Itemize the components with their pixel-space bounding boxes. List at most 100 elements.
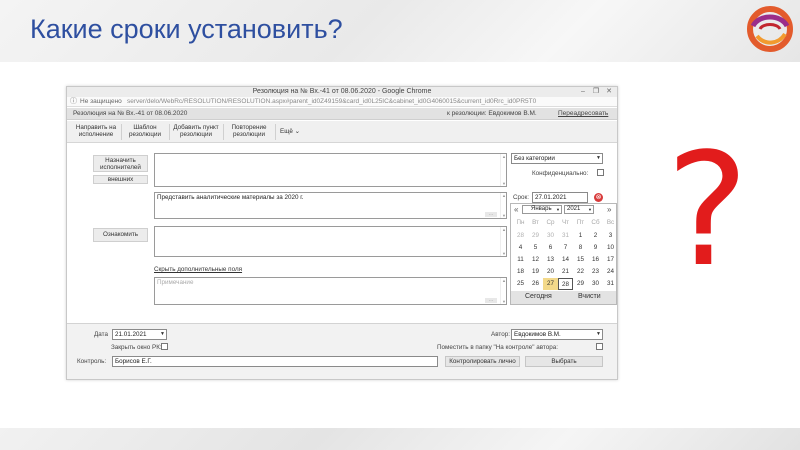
calendar-day[interactable]: 11: [513, 254, 528, 266]
calendar-day[interactable]: 22: [573, 266, 588, 278]
resolution-text: Представить аналитические материалы за 2…: [157, 194, 304, 201]
acquaint-field[interactable]: [154, 226, 507, 257]
calendar-day[interactable]: 29: [573, 278, 588, 290]
calendar-day[interactable]: 31: [558, 230, 573, 242]
calendar-day[interactable]: 1: [573, 230, 588, 242]
scrollbar[interactable]: [500, 154, 506, 186]
chevron-down-icon: ▼: [160, 331, 165, 337]
calendar-day[interactable]: 15: [573, 254, 588, 266]
chevron-down-icon: ▼: [556, 207, 560, 212]
calendar-day[interactable]: 12: [528, 254, 543, 266]
calendar-day[interactable]: 9: [588, 242, 603, 254]
resize-grip-icon[interactable]: …: [485, 298, 497, 303]
info-icon[interactable]: ⓘ: [70, 97, 77, 107]
weekday-header: Ср: [546, 219, 555, 226]
send-to-execution-button[interactable]: Направить на исполнение: [73, 124, 119, 138]
add-resolution-item-button[interactable]: Добавить пункт резолюции: [171, 124, 221, 138]
url-text[interactable]: server/delo/WebRc/RESOLUTION/RESOLUTION.…: [127, 97, 536, 107]
calendar-day[interactable]: 24: [603, 266, 617, 278]
external-executors-button[interactable]: внешних: [93, 175, 148, 184]
calendar-day[interactable]: 5: [528, 242, 543, 254]
calendar-day[interactable]: 6: [543, 242, 558, 254]
calendar-day[interactable]: 23: [588, 266, 603, 278]
weekday-header: Вт: [532, 219, 539, 226]
confidential-checkbox[interactable]: [597, 169, 604, 176]
today-button[interactable]: Сегодня: [525, 293, 552, 300]
calendar-day[interactable]: 26: [528, 278, 543, 290]
scrollbar[interactable]: [500, 193, 506, 218]
resolution-text-field[interactable]: Представить аналитические материалы за 2…: [154, 192, 507, 219]
calendar-day[interactable]: 3: [603, 230, 617, 242]
more-menu-button[interactable]: Ещё ⌄: [278, 128, 302, 135]
minimize-button[interactable]: –: [577, 87, 589, 96]
calendar-day[interactable]: 29: [528, 230, 543, 242]
deadline-input[interactable]: 27.01.2021: [532, 192, 588, 203]
slide-title: Какие сроки установить?: [30, 14, 343, 44]
calendar-day[interactable]: 16: [588, 254, 603, 266]
scrollbar[interactable]: [500, 227, 506, 256]
note-field[interactable]: Примечание …: [154, 277, 507, 305]
address-bar[interactable]: ⓘ Не защищено server/delo/WebRc/RESOLUTI…: [67, 97, 617, 107]
close-rk-checkbox[interactable]: [161, 343, 168, 350]
category-select[interactable]: Без категории ▼: [511, 153, 603, 164]
company-logo-icon: [747, 6, 793, 52]
calendar-day[interactable]: 28: [558, 278, 573, 290]
calendar-day[interactable]: 27: [543, 278, 558, 290]
close-window-button[interactable]: ✕: [603, 87, 615, 96]
acquaint-button[interactable]: Ознакомить: [93, 228, 148, 242]
executors-field[interactable]: [154, 153, 507, 187]
slide-footer: [0, 428, 800, 450]
hide-extra-fields-link[interactable]: Скрыть дополнительные поля: [154, 266, 242, 273]
control-personally-button[interactable]: Контролировать лично: [445, 356, 520, 367]
repeat-resolution-button[interactable]: Повторение резолюции: [225, 124, 273, 138]
calendar-day[interactable]: 13: [543, 254, 558, 266]
weekday-header: Вс: [606, 219, 615, 226]
scrollbar[interactable]: [500, 278, 506, 304]
clear-deadline-icon[interactable]: ⊗: [594, 193, 603, 202]
calendar-day[interactable]: 20: [543, 266, 558, 278]
resolution-to-text: к резолюции: Евдокимов В.М.: [447, 110, 537, 117]
control-input[interactable]: Борисов Е.Г.: [112, 356, 438, 367]
calendar-day[interactable]: 30: [588, 278, 603, 290]
calendar-day[interactable]: 25: [513, 278, 528, 290]
toolbar-divider: [169, 124, 170, 140]
chevron-down-icon: ▼: [596, 155, 601, 161]
next-month-icon[interactable]: »: [607, 205, 611, 214]
toolbar-divider: [275, 124, 276, 140]
calendar-day[interactable]: 2: [588, 230, 603, 242]
date-select[interactable]: 21.01.2021 ▼: [112, 329, 167, 340]
previous-month-icon[interactable]: «: [514, 205, 518, 214]
year-select[interactable]: 2021 ▼: [564, 205, 594, 214]
author-label: Автор:: [491, 331, 510, 338]
calendar-day[interactable]: 18: [513, 266, 528, 278]
calendar-footer: Сегодня Вчисти: [511, 291, 616, 304]
calendar-day[interactable]: 30: [543, 230, 558, 242]
maximize-button[interactable]: ❐: [590, 87, 602, 96]
clear-date-button[interactable]: Вчисти: [578, 293, 601, 300]
chevron-down-icon: ▼: [588, 207, 592, 212]
calendar-day[interactable]: 7: [558, 242, 573, 254]
calendar-day[interactable]: 17: [603, 254, 617, 266]
calendar-day[interactable]: 28: [513, 230, 528, 242]
assign-executors-button[interactable]: Назначить исполнителей: [93, 155, 148, 172]
date-picker-calendar: « Январь ▼ 2021 ▼ » Пн Вт Ср Чт Пт Сб Вс 28 29 30 31…: [510, 203, 617, 305]
security-warning: Не защищено: [80, 98, 122, 105]
month-select[interactable]: Январь ▼: [522, 205, 562, 214]
select-button[interactable]: Выбрать: [525, 356, 603, 367]
calendar-day[interactable]: 19: [528, 266, 543, 278]
folder-control-checkbox[interactable]: [596, 343, 603, 350]
author-select[interactable]: Евдокимов В.М. ▼: [511, 329, 603, 340]
resolution-template-button[interactable]: Шаблон резолюции: [123, 124, 167, 138]
resize-grip-icon[interactable]: …: [485, 212, 497, 217]
calendar-day[interactable]: 21: [558, 266, 573, 278]
toolbar: Направить на исполнение Шаблон резолюции Д…: [67, 121, 617, 143]
calendar-day[interactable]: 4: [513, 242, 528, 254]
confidential-label: Конфиденциально:: [532, 170, 589, 177]
calendar-day[interactable]: 31: [603, 278, 617, 290]
weekday-header: Сб: [591, 219, 600, 226]
window-title: Резолюция на № Вх.-41 от 08.06.2020 - Go…: [252, 88, 432, 95]
calendar-day[interactable]: 10: [603, 242, 617, 254]
redirect-link[interactable]: Переадресовать: [558, 110, 608, 117]
calendar-day[interactable]: 8: [573, 242, 588, 254]
calendar-day[interactable]: 14: [558, 254, 573, 266]
